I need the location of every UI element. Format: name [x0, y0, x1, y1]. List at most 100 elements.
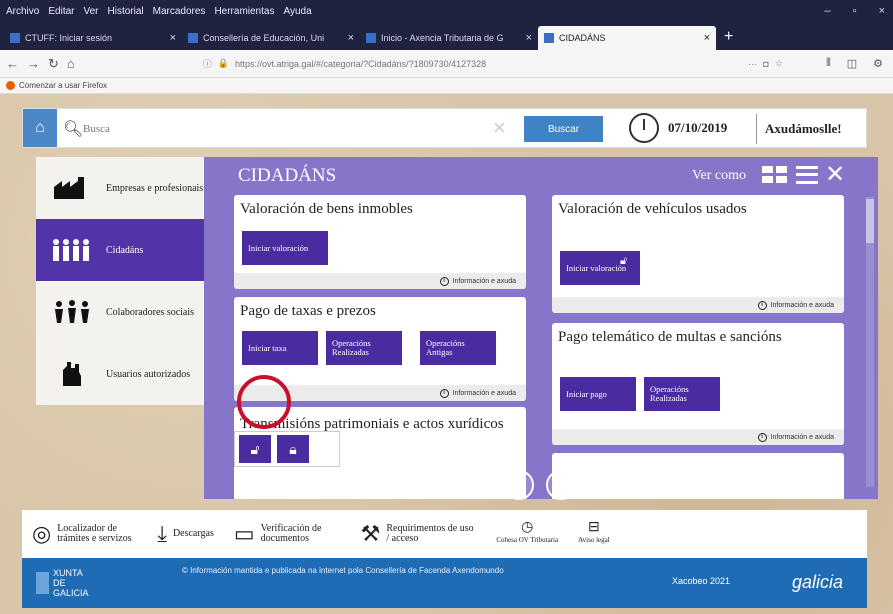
- help-link[interactable]: Axudámoslle!: [756, 114, 842, 144]
- tab-conselleria[interactable]: Consellería de Educación, Uni ×: [182, 26, 360, 50]
- menu-archivo[interactable]: Archivo: [6, 6, 39, 17]
- tab-label: Consellería de Educación, Uni: [203, 33, 325, 43]
- menu-editar[interactable]: Editar: [48, 6, 74, 17]
- new-tab-icon[interactable]: +: [716, 28, 741, 50]
- search-icon: 🔍︎: [63, 121, 84, 138]
- current-date: 07/10/2019: [668, 120, 728, 135]
- footer-cohesa[interactable]: ◷ Cohesa OV Tributaria: [486, 510, 568, 558]
- bookmark-star-icon[interactable]: ☆: [775, 58, 783, 69]
- close-tab-icon[interactable]: ×: [704, 32, 710, 44]
- extension-icon[interactable]: ⚙: [873, 57, 883, 70]
- maximize-icon[interactable]: ▫: [853, 5, 857, 17]
- search-button[interactable]: Buscar: [524, 116, 603, 142]
- more-icon[interactable]: ···: [748, 59, 757, 69]
- library-icon[interactable]: ⫴: [826, 57, 831, 70]
- info-footer[interactable]: i Información e axuda: [552, 429, 844, 445]
- button-label: Iniciar valoración: [566, 262, 627, 273]
- footer-notice: © Información mantida e publicada na int…: [182, 566, 504, 575]
- lock-button[interactable]: 🔒︎: [277, 435, 309, 463]
- operacions-realizadas-multas-button[interactable]: Operacións Realizadas: [644, 377, 720, 411]
- xunta-shield-icon: [36, 572, 49, 594]
- footer-localizador[interactable]: ◎ Localizador de trámites e servizos: [22, 510, 147, 558]
- tab-ctuff[interactable]: CTUFF: Iniciar sesión ×: [4, 26, 182, 50]
- category-colaboradores[interactable]: Colaboradores sociais: [36, 281, 204, 343]
- forward-icon[interactable]: →: [27, 56, 40, 71]
- close-panel-icon[interactable]: ✕: [825, 160, 845, 189]
- favicon-icon: [188, 33, 198, 43]
- close-tab-icon[interactable]: ×: [348, 32, 354, 44]
- browser-menubar: Archivo Editar Ver Historial Marcadores …: [0, 0, 893, 22]
- url-text[interactable]: https://ovt.atriga.gal/#/categoria/?Cida…: [235, 59, 742, 69]
- home-button[interactable]: ⌂: [23, 109, 57, 147]
- footer-label: Verificación de documentos: [260, 523, 322, 544]
- category-usuarios[interactable]: Usuarios autorizados: [36, 343, 204, 405]
- tab-label: CIDADÁNS: [559, 33, 606, 43]
- tab-bar: CTUFF: Iniciar sesión × Consellería de Ed…: [0, 22, 893, 50]
- menu-herramientas[interactable]: Herramientas: [214, 6, 274, 17]
- category-label: Usuarios autorizados: [106, 368, 191, 380]
- galicia-logo[interactable]: galicia: [792, 572, 843, 593]
- scrollbar-thumb[interactable]: [866, 199, 874, 243]
- grid-view-icon[interactable]: [762, 166, 788, 184]
- favicon-icon: [10, 33, 20, 43]
- xacobeo-logo[interactable]: Xacobeo 2021: [672, 576, 730, 586]
- back-icon[interactable]: ←: [6, 56, 19, 71]
- search-input[interactable]: [83, 120, 473, 138]
- info-label: Información e axuda: [452, 389, 516, 397]
- menu-ver[interactable]: Ver: [83, 6, 98, 17]
- operacions-antigas-button[interactable]: Operacións Antigas: [420, 331, 496, 365]
- legal-icon: ⊟: [588, 520, 600, 535]
- unlock-button[interactable]: 🔓︎: [239, 435, 271, 463]
- search-bar: ⌂ 🔍︎ × Buscar 07/10/2019 Axudámoslle!: [22, 108, 867, 148]
- close-window-icon[interactable]: ×: [879, 5, 885, 17]
- info-footer[interactable]: i Información e axuda: [552, 297, 844, 313]
- info-icon[interactable]: ⓘ: [203, 57, 212, 70]
- lock-icon: 🔒︎: [289, 440, 297, 457]
- iniciar-valoracion-button[interactable]: Iniciar valoración: [242, 231, 328, 265]
- footer-requirimentos[interactable]: ⚒ Requirimentos de uso / acceso: [351, 510, 487, 558]
- card-title: Pago telemático de multas e sancións: [558, 329, 782, 345]
- tab-axencia[interactable]: Inicio - Axencia Tributaria de G ×: [360, 26, 538, 50]
- unlock-icon: 🔓︎: [250, 440, 260, 457]
- panel-title: CIDADÁNS: [238, 165, 337, 186]
- bookmark-link[interactable]: Comenzar a usar Firefox: [19, 81, 107, 90]
- list-view-icon[interactable]: [796, 166, 818, 184]
- category-cidadans[interactable]: Cidadáns: [36, 219, 204, 281]
- category-panel: Empresas e profesionais Cidadáns Colabor…: [36, 157, 204, 405]
- footer-verificacion[interactable]: ▭ Verificación de documentos: [224, 510, 351, 558]
- footer-aviso[interactable]: ⊟ Aviso legal: [568, 510, 620, 558]
- url-bar[interactable]: ⓘ 🔒 https://ovt.atriga.gal/#/categoria/?…: [203, 54, 783, 74]
- xunta-logo[interactable]: XUNTA DE GALICIA: [36, 568, 93, 598]
- menu-marcadores[interactable]: Marcadores: [153, 6, 206, 17]
- iniciar-valoracion-vehiculos-button[interactable]: Iniciar valoración: [560, 251, 640, 285]
- scroll-down-icon[interactable]: ﹀: [546, 470, 576, 500]
- highlight-circle: [237, 375, 291, 429]
- view-as-label: Ver como: [692, 168, 747, 183]
- category-label: Colaboradores sociais: [106, 306, 195, 318]
- scroll-up-icon[interactable]: ︿: [504, 470, 534, 500]
- app-window: Archivo Editar Ver Historial Marcadores …: [0, 0, 893, 614]
- reload-icon[interactable]: ↻: [48, 56, 59, 72]
- category-empresas[interactable]: Empresas e profesionais: [36, 157, 204, 219]
- footer-descargas[interactable]: ⤓ Descargas: [147, 510, 224, 558]
- hand-icon: [50, 359, 94, 389]
- iniciar-pago-button[interactable]: Iniciar pago: [560, 377, 636, 411]
- info-icon: i: [757, 432, 767, 442]
- tab-cidadans[interactable]: CIDADÁNS ×: [538, 26, 716, 50]
- close-tab-icon[interactable]: ×: [526, 32, 532, 44]
- card-valoracion-inmobles: Valoración de bens inmobles Iniciar valo…: [234, 195, 526, 289]
- menu-ayuda[interactable]: Ayuda: [283, 6, 311, 17]
- operacions-realizadas-button[interactable]: Operacións Realizadas: [326, 331, 402, 365]
- sidebar-icon[interactable]: ◫: [847, 57, 857, 70]
- home-icon[interactable]: ⌂: [67, 56, 75, 71]
- menu-historial[interactable]: Historial: [108, 6, 144, 17]
- info-footer[interactable]: i Información e axuda: [234, 273, 526, 289]
- clear-search-icon[interactable]: ×: [493, 115, 506, 141]
- iniciar-taxa-button[interactable]: Iniciar taxa: [242, 331, 318, 365]
- category-label: Empresas e profesionais: [106, 182, 204, 194]
- download-icon: ⤓: [157, 521, 167, 546]
- close-tab-icon[interactable]: ×: [170, 32, 176, 44]
- pocket-icon[interactable]: ◘: [763, 59, 768, 69]
- minimize-icon[interactable]: –: [825, 5, 831, 17]
- info-icon: i: [439, 388, 449, 398]
